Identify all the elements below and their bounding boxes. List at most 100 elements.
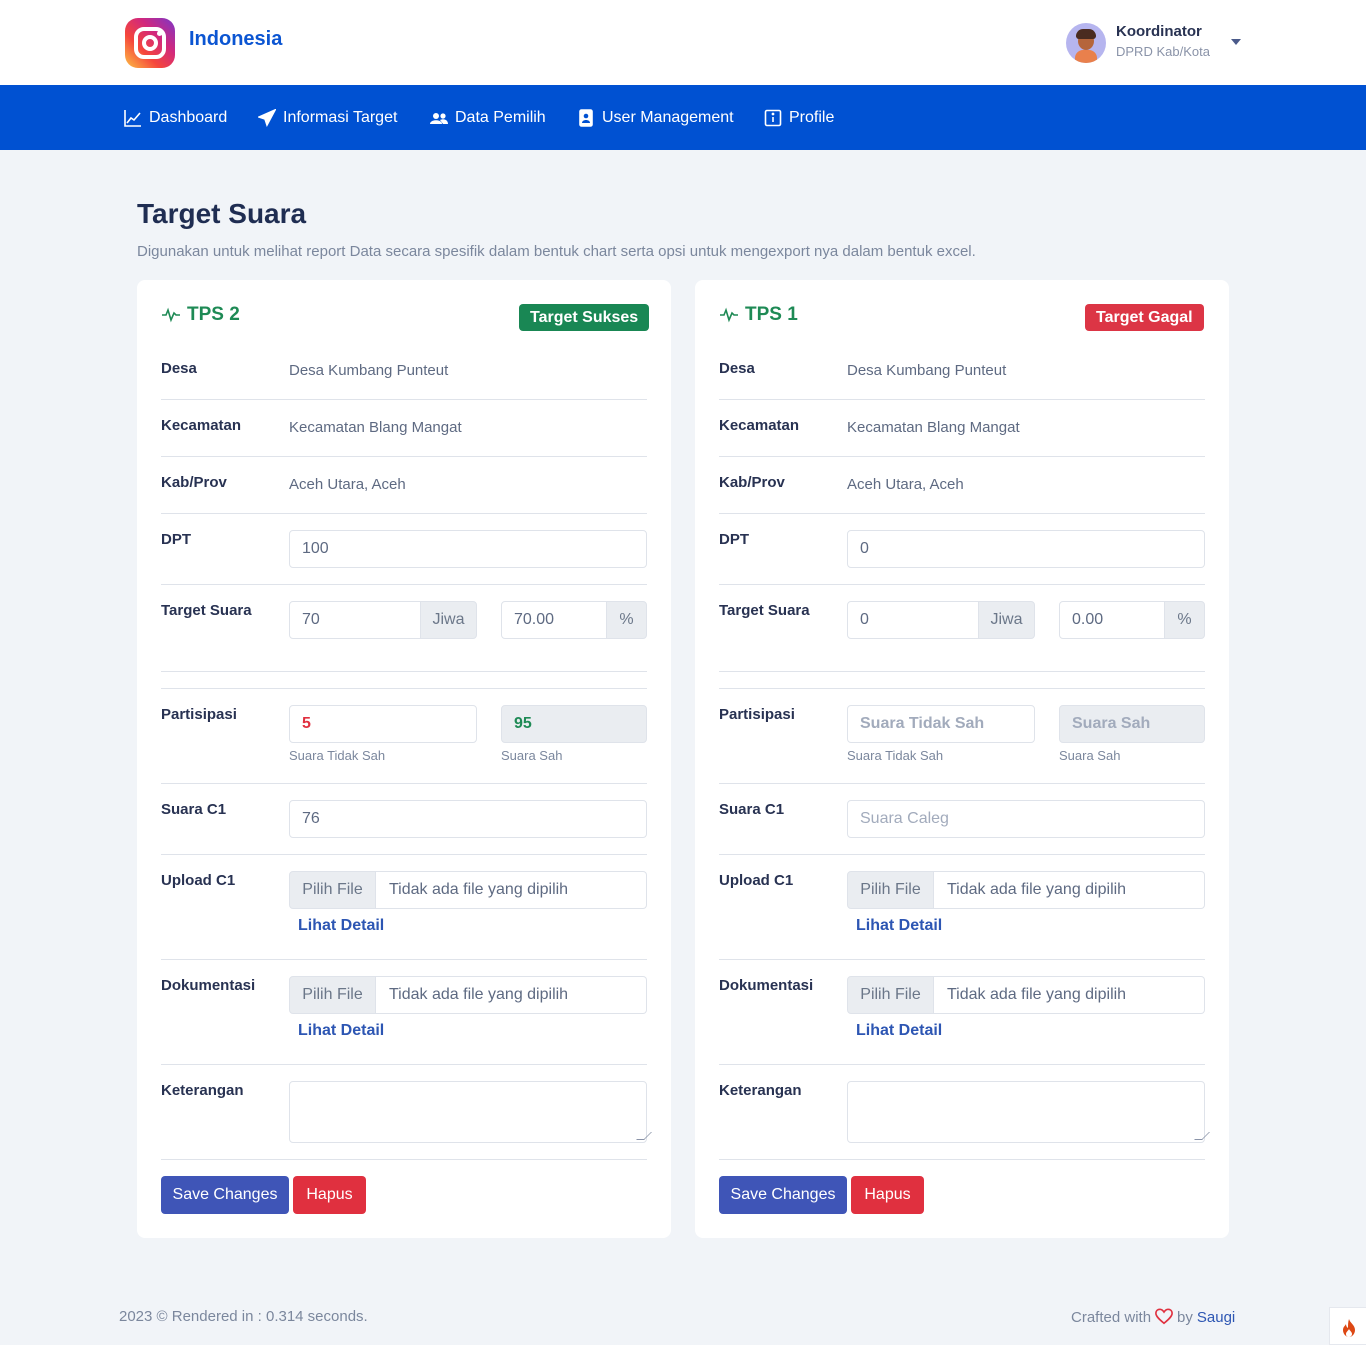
- avatar[interactable]: [1066, 23, 1106, 63]
- divider: [719, 513, 1205, 514]
- brand-logo[interactable]: [125, 18, 175, 68]
- suara-sah-label: Suara Sah: [1059, 748, 1121, 763]
- keterangan-textarea[interactable]: [289, 1081, 652, 1143]
- main-nav: Dashboard Informasi Target Data Pemilih …: [0, 85, 1366, 150]
- nav-item-dashboard[interactable]: Dashboard: [124, 85, 227, 150]
- debug-toolbar-toggle[interactable]: [1329, 1307, 1366, 1345]
- desa-label: Desa: [161, 360, 197, 377]
- card-title-text: TPS 1: [745, 304, 798, 325]
- target-percent-input[interactable]: 0.00: [1059, 601, 1165, 639]
- desa-value: Desa Kumbang Punteut: [289, 362, 449, 379]
- delete-button[interactable]: Hapus: [851, 1176, 924, 1214]
- suara-tidak-sah-label: Suara Tidak Sah: [847, 748, 944, 763]
- kecamatan-label: Kecamatan: [719, 417, 800, 434]
- save-button[interactable]: Save Changes: [719, 1176, 847, 1214]
- suara-tidak-sah-input[interactable]: 5: [289, 705, 477, 743]
- suara-c1-input[interactable]: 76: [289, 800, 647, 838]
- upload-c1-detail-link[interactable]: Lihat Detail: [856, 917, 942, 935]
- brand-name[interactable]: Indonesia: [189, 28, 282, 51]
- dpt-input[interactable]: 0: [847, 530, 1205, 568]
- divider: [719, 854, 1205, 855]
- send-icon: [258, 108, 276, 127]
- target-jiwa-input[interactable]: 0: [847, 601, 979, 639]
- tps-card: TPS 1 Target Gagal Desa Desa Kumbang Pun…: [695, 280, 1229, 1238]
- status-badge: Target Gagal: [1085, 304, 1204, 331]
- suara-tidak-sah-input[interactable]: Suara Tidak Sah: [847, 705, 1035, 743]
- kabprov-label: Kab/Prov: [719, 474, 785, 491]
- divider: [161, 584, 647, 585]
- user-name[interactable]: Koordinator: [1116, 23, 1202, 40]
- dokumentasi-label: Dokumentasi: [161, 977, 256, 994]
- nav-item-informasi-target[interactable]: Informasi Target: [258, 85, 397, 150]
- footer-author-link[interactable]: Saugi: [1197, 1309, 1235, 1326]
- activity-icon: [720, 307, 738, 323]
- nav-item-data-pemilih[interactable]: Data Pemilih: [430, 85, 546, 150]
- divider: [719, 671, 1205, 672]
- dokumentasi-choose-button[interactable]: Pilih File: [289, 976, 376, 1014]
- resize-handle[interactable]: [1194, 1132, 1210, 1140]
- dokumentasi-detail-link[interactable]: Lihat Detail: [856, 1022, 942, 1040]
- dokumentasi-filename[interactable]: Tidak ada file yang dipilih: [376, 976, 647, 1014]
- dpt-input[interactable]: 100: [289, 530, 647, 568]
- dokumentasi-filename[interactable]: Tidak ada file yang dipilih: [934, 976, 1205, 1014]
- dokumentasi-choose-button[interactable]: Pilih File: [847, 976, 934, 1014]
- kecamatan-value: Kecamatan Blang Mangat: [289, 419, 462, 436]
- divider: [161, 671, 647, 672]
- suara-c1-input[interactable]: Suara Caleg: [847, 800, 1205, 838]
- chart-line-icon: [124, 109, 141, 127]
- nav-item-profile[interactable]: Profile: [764, 85, 834, 150]
- kecamatan-value: Kecamatan Blang Mangat: [847, 419, 1020, 436]
- nav-item-label: Profile: [789, 108, 835, 126]
- page-description: Digunakan untuk melihat report Data seca…: [137, 243, 976, 260]
- nav-item-label: Dashboard: [149, 108, 228, 126]
- percent-addon: %: [1164, 601, 1205, 639]
- upload-c1-filename[interactable]: Tidak ada file yang dipilih: [376, 871, 647, 909]
- nav-item-label: Informasi Target: [283, 108, 398, 126]
- divider: [719, 783, 1205, 784]
- suara-c1-label: Suara C1: [161, 801, 227, 818]
- upload-c1-filename[interactable]: Tidak ada file yang dipilih: [934, 871, 1205, 909]
- chevron-down-icon[interactable]: [1231, 39, 1241, 45]
- resize-handle[interactable]: [636, 1132, 652, 1140]
- target-jiwa-input[interactable]: 70: [289, 601, 421, 639]
- jiwa-addon: Jiwa: [420, 601, 477, 639]
- delete-button[interactable]: Hapus: [293, 1176, 366, 1214]
- suara-c1-label: Suara C1: [719, 801, 785, 818]
- dokumentasi-detail-link[interactable]: Lihat Detail: [298, 1022, 384, 1040]
- keterangan-label: Keterangan: [161, 1082, 244, 1099]
- page-title: Target Suara: [137, 198, 307, 229]
- target-suara-label: Target Suara: [719, 602, 810, 619]
- keterangan-textarea[interactable]: [847, 1081, 1210, 1143]
- suara-sah-label: Suara Sah: [501, 748, 563, 763]
- upload-c1-choose-button[interactable]: Pilih File: [289, 871, 376, 909]
- divider: [719, 959, 1205, 960]
- tps-card: TPS 2 Target Sukses Desa Desa Kumbang Pu…: [137, 280, 671, 1238]
- card-title-text: TPS 2: [187, 304, 240, 325]
- suara-sah-input: Suara Sah: [1059, 705, 1205, 743]
- save-button[interactable]: Save Changes: [161, 1176, 289, 1214]
- percent-addon: %: [606, 601, 647, 639]
- nav-item-label: User Management: [602, 108, 734, 126]
- divider: [161, 1159, 647, 1160]
- partisipasi-label: Partisipasi: [161, 706, 237, 723]
- activity-icon: [162, 307, 180, 323]
- divider: [719, 456, 1205, 457]
- divider: [161, 399, 647, 400]
- kecamatan-label: Kecamatan: [161, 417, 242, 434]
- card-title: TPS 1: [719, 304, 798, 326]
- status-badge: Target Sukses: [519, 304, 650, 331]
- upload-c1-detail-link[interactable]: Lihat Detail: [298, 917, 384, 935]
- nav-item-user-management[interactable]: User Management: [577, 85, 734, 150]
- info-icon: [764, 109, 782, 126]
- target-suara-label: Target Suara: [161, 602, 252, 619]
- footer-render-time: 2023 © Rendered in : 0.314 seconds.: [119, 1308, 368, 1325]
- kabprov-label: Kab/Prov: [161, 474, 227, 491]
- jiwa-addon: Jiwa: [978, 601, 1035, 639]
- divider: [719, 584, 1205, 585]
- card-title: TPS 2: [161, 304, 240, 326]
- divider: [161, 688, 647, 689]
- suara-tidak-sah-label: Suara Tidak Sah: [289, 748, 386, 763]
- divider: [161, 1064, 647, 1065]
- target-percent-input[interactable]: 70.00: [501, 601, 607, 639]
- upload-c1-choose-button[interactable]: Pilih File: [847, 871, 934, 909]
